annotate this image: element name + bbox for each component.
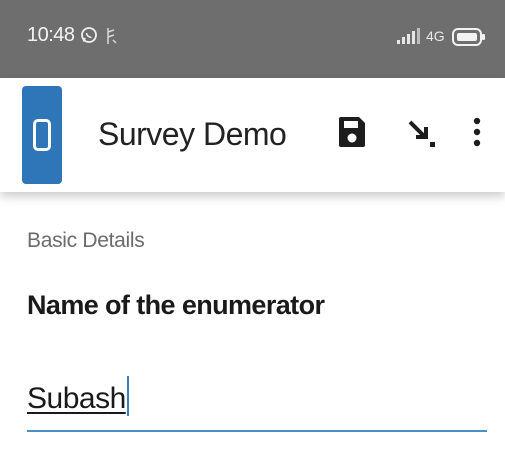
network-type-label: 4G (426, 28, 445, 44)
save-button[interactable] (328, 108, 376, 156)
answer-value-text: Subash (27, 382, 126, 415)
more-vert-icon (473, 117, 481, 147)
text-cursor (126, 376, 129, 416)
signal-icon (396, 28, 422, 49)
app-toolbar: Survey Demo (0, 78, 505, 192)
section-label: Basic Details (27, 229, 145, 252)
enumerator-name-input[interactable]: Subash (27, 368, 487, 432)
question-label: Name of the enumerator (27, 290, 325, 320)
app-logo-icon (22, 86, 62, 184)
app-screen: 10:48 4G Survey Demo Basic Details Name … (0, 0, 505, 473)
notification-icon (104, 26, 118, 51)
status-bar: 10:48 4G (0, 0, 505, 78)
status-time: 10:48 (27, 24, 75, 46)
enumerator-name-value: Subash (27, 376, 129, 416)
app-logo-mark (33, 119, 51, 151)
go-to-icon (408, 120, 435, 147)
more-options-button[interactable] (457, 108, 497, 156)
save-icon (339, 117, 365, 147)
go-to-button[interactable] (398, 108, 446, 156)
battery-icon (452, 28, 486, 51)
app-title: Survey Demo (98, 116, 287, 152)
chat-notification-icon (80, 26, 98, 49)
